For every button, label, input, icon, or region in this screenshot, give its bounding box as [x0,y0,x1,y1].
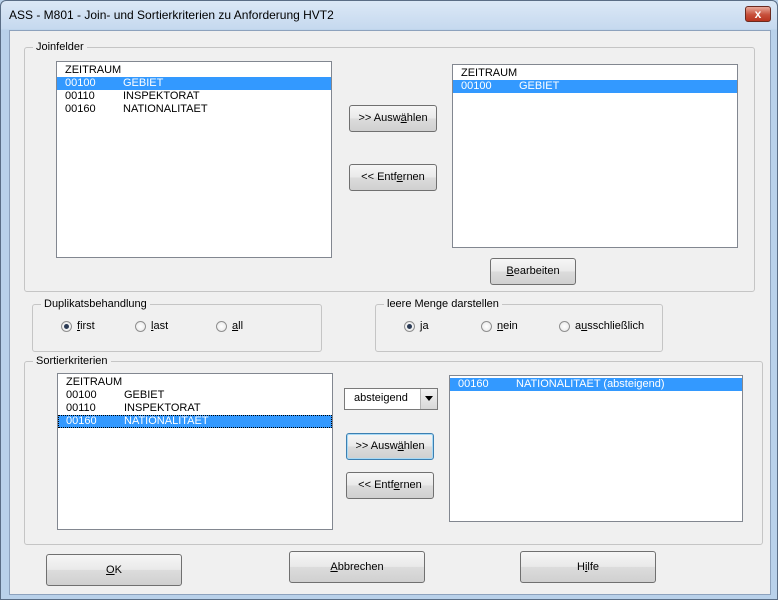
dialog-client-area: Joinfelder ZEITRAUM 00100 GEBIET 00110 INS… [9,30,771,595]
list-item[interactable]: 00110 INSPEKTORAT [58,402,332,415]
list-item-selected[interactable]: 00100 GEBIET [57,77,331,90]
list-item-code: 00110 [66,402,96,414]
list-item-label: GEBIET [124,389,165,401]
chevron-down-icon[interactable] [420,389,437,409]
list-item[interactable]: ZEITRAUM [453,67,737,80]
leere-menge-legend: leere Menge darstellen [387,298,499,310]
title-bar[interactable]: ASS - M801 - Join- und Sortierkriterien … [1,1,777,29]
radio-last-button[interactable] [135,321,146,332]
list-item[interactable]: ZEITRAUM [57,64,331,77]
list-item-label: GEBIET [519,80,560,92]
cancel-button-label: Abbrechen [330,561,384,573]
help-button[interactable]: Hilfe [520,551,656,583]
list-item-selected[interactable]: 00100 GEBIET [453,80,737,93]
sort-remove-label: << Entfernen [358,479,422,491]
sort-select-label: >> Auswählen [355,440,425,452]
radio-ja-label: ja [420,320,429,332]
list-item-label: INSPEKTORAT [123,90,200,102]
radio-nein-label: nein [497,320,518,332]
list-item-code: 00100 [66,389,97,401]
join-selected-list[interactable]: ZEITRAUM 00100 GEBIET [452,64,738,248]
ok-button-label: OK [106,564,122,576]
list-item[interactable]: 00100 GEBIET [58,389,332,402]
edit-button-label: Bearbeiten [506,265,560,277]
sortier-legend: Sortierkriterien [36,355,108,367]
list-item-code: ZEITRAUM [461,67,518,79]
sort-order-value: absteigend [354,392,408,404]
radio-first-label: first [77,320,95,332]
list-item[interactable]: ZEITRAUM [58,376,332,389]
radio-ausschliesslich-label: ausschließlich [575,320,645,332]
join-remove-label: << Entfernen [361,171,425,183]
join-select-label: >> Auswählen [358,112,428,124]
list-item-code: ZEITRAUM [65,64,122,76]
sort-select-button[interactable]: >> Auswählen [346,433,434,460]
list-item-code: 00100 [461,80,492,92]
list-item-code: 00160 [66,415,97,427]
join-available-list[interactable]: ZEITRAUM 00100 GEBIET 00110 INSPEKTORAT 00… [56,61,332,258]
join-select-button[interactable]: >> Auswählen [349,105,437,132]
sort-order-combo[interactable]: absteigend [344,388,438,410]
sort-remove-button[interactable]: << Entfernen [346,472,434,499]
sort-available-list[interactable]: ZEITRAUM 00100 GEBIET 00110 INSPEKTORAT 00… [57,373,333,530]
radio-ja-button[interactable] [404,321,415,332]
radio-ausschliesslich-button[interactable] [559,321,570,332]
duplikate-legend: Duplikatsbehandlung [44,298,147,310]
list-item[interactable]: 00110 INSPEKTORAT [57,90,331,103]
cancel-button[interactable]: Abbrechen [289,551,425,583]
list-item-selected[interactable]: 00160 NATIONALITAET (absteigend) [450,378,742,391]
list-item-label: NATIONALITAET [124,415,209,427]
duplikate-group: Duplikatsbehandlung [32,298,322,352]
radio-first-button[interactable] [61,321,72,332]
sort-selected-list[interactable]: 00160 NATIONALITAET (absteigend) [449,375,743,522]
list-item-label: NATIONALITAET (absteigend) [516,378,665,390]
list-item[interactable]: 00160 NATIONALITAET [57,103,331,116]
list-item-label: GEBIET [123,77,164,89]
list-item-code: 00110 [65,90,95,102]
joinfelder-legend: Joinfelder [36,41,84,53]
close-icon: x [754,7,762,21]
radio-last-label: last [151,320,169,332]
radio-nein-button[interactable] [481,321,492,332]
list-item-code: ZEITRAUM [66,376,123,388]
dialog-window: ASS - M801 - Join- und Sortierkriterien … [0,0,778,600]
list-item-code: 00100 [65,77,96,89]
close-button[interactable]: x [745,6,771,22]
list-item-code: 00160 [65,103,96,115]
list-item-selected[interactable]: 00160 NATIONALITAET [58,415,332,428]
list-item-label: NATIONALITAET [123,103,208,115]
radio-all-label: all [232,320,244,332]
list-item-label: INSPEKTORAT [124,402,201,414]
ok-button[interactable]: OK [46,554,182,586]
edit-button[interactable]: Bearbeiten [490,258,576,285]
list-item-code: 00160 [458,378,489,390]
radio-all-button[interactable] [216,321,227,332]
window-title: ASS - M801 - Join- und Sortierkriterien … [9,8,334,22]
help-button-label: Hilfe [576,561,600,573]
join-remove-button[interactable]: << Entfernen [349,164,437,191]
